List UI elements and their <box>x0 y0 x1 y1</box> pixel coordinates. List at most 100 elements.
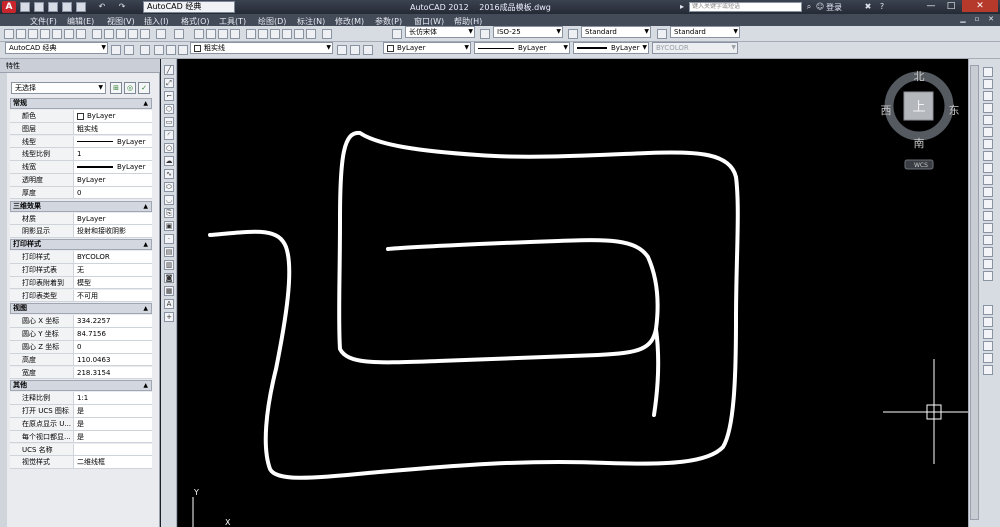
bulb-icon[interactable] <box>154 45 164 55</box>
property-row[interactable]: UCS 名称 <box>10 443 152 457</box>
new-file-icon[interactable] <box>20 2 30 12</box>
property-row[interactable]: 宽度 218.3154 <box>10 366 152 380</box>
property-row[interactable]: 打印样式表无 <box>10 264 152 277</box>
zoom-window-icon[interactable] <box>218 29 228 39</box>
property-value[interactable]: 84.7156 <box>75 328 152 340</box>
property-row[interactable]: 打开 UCS 图标是 <box>10 405 152 418</box>
redo-icon[interactable]: ↷ <box>116 2 128 12</box>
revcloud-icon[interactable]: ☁ <box>164 156 174 166</box>
print-icon[interactable] <box>76 2 86 12</box>
property-row[interactable]: 打印样式 BYCOLOR <box>10 251 152 264</box>
doc-close-button[interactable]: ✕ <box>986 15 996 25</box>
undo-icon[interactable]: ↶ <box>96 2 108 12</box>
property-row[interactable]: 圆心 Z 坐标 0 <box>10 341 152 354</box>
gradient-icon[interactable]: ▥ <box>164 260 174 270</box>
match-properties-icon[interactable] <box>128 29 138 39</box>
property-row[interactable]: 每个视口都显... 是 <box>10 430 152 444</box>
save-icon[interactable] <box>28 29 38 39</box>
property-value[interactable]: 是 <box>75 418 152 430</box>
property-value[interactable]: BYCOLOR <box>75 251 152 263</box>
mirror-icon[interactable] <box>983 91 993 101</box>
rectangle-icon[interactable]: ▭ <box>164 117 174 127</box>
property-value[interactable]: 334.2257 <box>75 315 152 327</box>
property-row[interactable]: 圆心 X 坐标 334.2257 <box>10 315 152 328</box>
property-value[interactable]: 0 <box>75 341 152 353</box>
color-select[interactable]: ByLayer ▼ <box>383 42 471 54</box>
linetype-select[interactable]: ByLayer ▼ <box>474 42 570 54</box>
property-value[interactable]: 不可用 <box>75 290 152 302</box>
layer-state-icon[interactable] <box>363 45 373 55</box>
property-value[interactable]: 1:1 <box>75 392 152 404</box>
zoom-realtime-icon[interactable] <box>206 29 216 39</box>
palette-side-bar[interactable] <box>0 73 7 527</box>
arc-icon[interactable]: ◜ <box>164 130 174 140</box>
property-value[interactable]: ByLayer <box>75 110 152 122</box>
help-search-input[interactable]: 键入关键字或短语 <box>689 2 802 12</box>
open-icon[interactable] <box>16 29 26 39</box>
preview-icon[interactable] <box>52 29 62 39</box>
property-row[interactable]: 打印表附着到 模型 <box>10 276 152 290</box>
property-value[interactable] <box>75 444 152 456</box>
hatch-to-back-icon[interactable] <box>983 365 993 375</box>
circle-icon[interactable]: ○ <box>164 143 174 153</box>
markup-icon[interactable] <box>294 29 304 39</box>
cut-icon[interactable] <box>92 29 102 39</box>
text-style-select[interactable]: 长仿宋体 ▼ <box>405 26 475 38</box>
property-value[interactable]: 110.0463 <box>75 354 152 366</box>
pan-icon[interactable] <box>194 29 204 39</box>
break-icon[interactable] <box>983 211 993 221</box>
property-value[interactable]: 二维线框 <box>75 456 152 468</box>
workspace-save-icon[interactable] <box>124 45 134 55</box>
tool-palettes-icon[interactable] <box>270 29 280 39</box>
line-icon[interactable]: ╱ <box>164 65 174 75</box>
properties-section-header[interactable]: 常规 ▲ <box>10 98 152 109</box>
ellipse-icon[interactable]: ⬭ <box>164 182 174 192</box>
info-center-icon[interactable]: ▸ <box>676 2 688 12</box>
close-button[interactable]: ✕ <box>962 0 998 12</box>
publish-icon[interactable] <box>64 29 74 39</box>
property-value[interactable]: 模型 <box>75 277 152 289</box>
property-row[interactable]: 在原点显示 U... 是 <box>10 418 152 431</box>
multileader-style-select[interactable]: Standard ▼ <box>670 26 740 38</box>
add-selected-icon[interactable]: + <box>164 312 174 322</box>
property-row[interactable]: 材质 ByLayer <box>10 212 152 226</box>
collapse-icon[interactable]: ▲ <box>143 202 148 211</box>
property-row[interactable]: 圆心 Y 坐标 84.7156 <box>10 328 152 341</box>
make-current-layer-icon[interactable] <box>337 45 347 55</box>
break-at-point-icon[interactable] <box>983 199 993 209</box>
text-style-icon[interactable] <box>392 29 402 39</box>
property-row[interactable]: 透明度 ByLayer <box>10 174 152 187</box>
3d-print-icon[interactable] <box>76 29 86 39</box>
save-icon[interactable] <box>48 2 58 12</box>
draworder-back-icon[interactable] <box>983 317 993 327</box>
property-value[interactable]: ByLayer <box>75 174 152 186</box>
property-row[interactable]: 线宽 ByLayer <box>10 161 152 174</box>
spline-icon[interactable]: ∿ <box>164 169 174 179</box>
quickcalc-icon[interactable] <box>306 29 316 39</box>
property-value[interactable]: ByLayer <box>75 213 152 225</box>
toggle-pickadd-icon[interactable]: ⊞ <box>110 82 122 94</box>
workspace-settings-icon[interactable] <box>111 45 121 55</box>
extend-icon[interactable] <box>983 187 993 197</box>
property-value[interactable]: 1 <box>75 148 152 160</box>
property-row[interactable]: 打印表类型 不可用 <box>10 289 152 303</box>
multileader-style-icon[interactable] <box>657 29 667 39</box>
property-row[interactable]: 线型 ByLayer <box>10 135 152 149</box>
draworder-above-icon[interactable] <box>983 329 993 339</box>
layer-select[interactable]: 粗实线 ▼ <box>190 42 333 54</box>
array-icon[interactable] <box>983 115 993 125</box>
copy-object-icon[interactable] <box>983 79 993 89</box>
explode-icon[interactable] <box>983 271 993 281</box>
move-icon[interactable] <box>983 127 993 137</box>
dim-style-select[interactable]: ISO-25 ▼ <box>493 26 563 38</box>
table-style-icon[interactable] <box>568 29 578 39</box>
minimize-button[interactable]: — <box>922 0 940 12</box>
collapse-icon[interactable]: ▲ <box>143 381 148 390</box>
polyline-icon[interactable]: ⌐ <box>164 91 174 101</box>
workspace-switcher[interactable]: AutoCAD 经典 <box>143 1 235 13</box>
properties-section-header[interactable]: 其他 ▲ <box>10 380 152 392</box>
property-row[interactable]: 颜色 ByLayer <box>10 110 152 123</box>
doc-minimize-button[interactable]: ▁ <box>958 15 968 25</box>
draworder-front-icon[interactable] <box>983 305 993 315</box>
property-value[interactable]: 0 <box>75 187 152 199</box>
